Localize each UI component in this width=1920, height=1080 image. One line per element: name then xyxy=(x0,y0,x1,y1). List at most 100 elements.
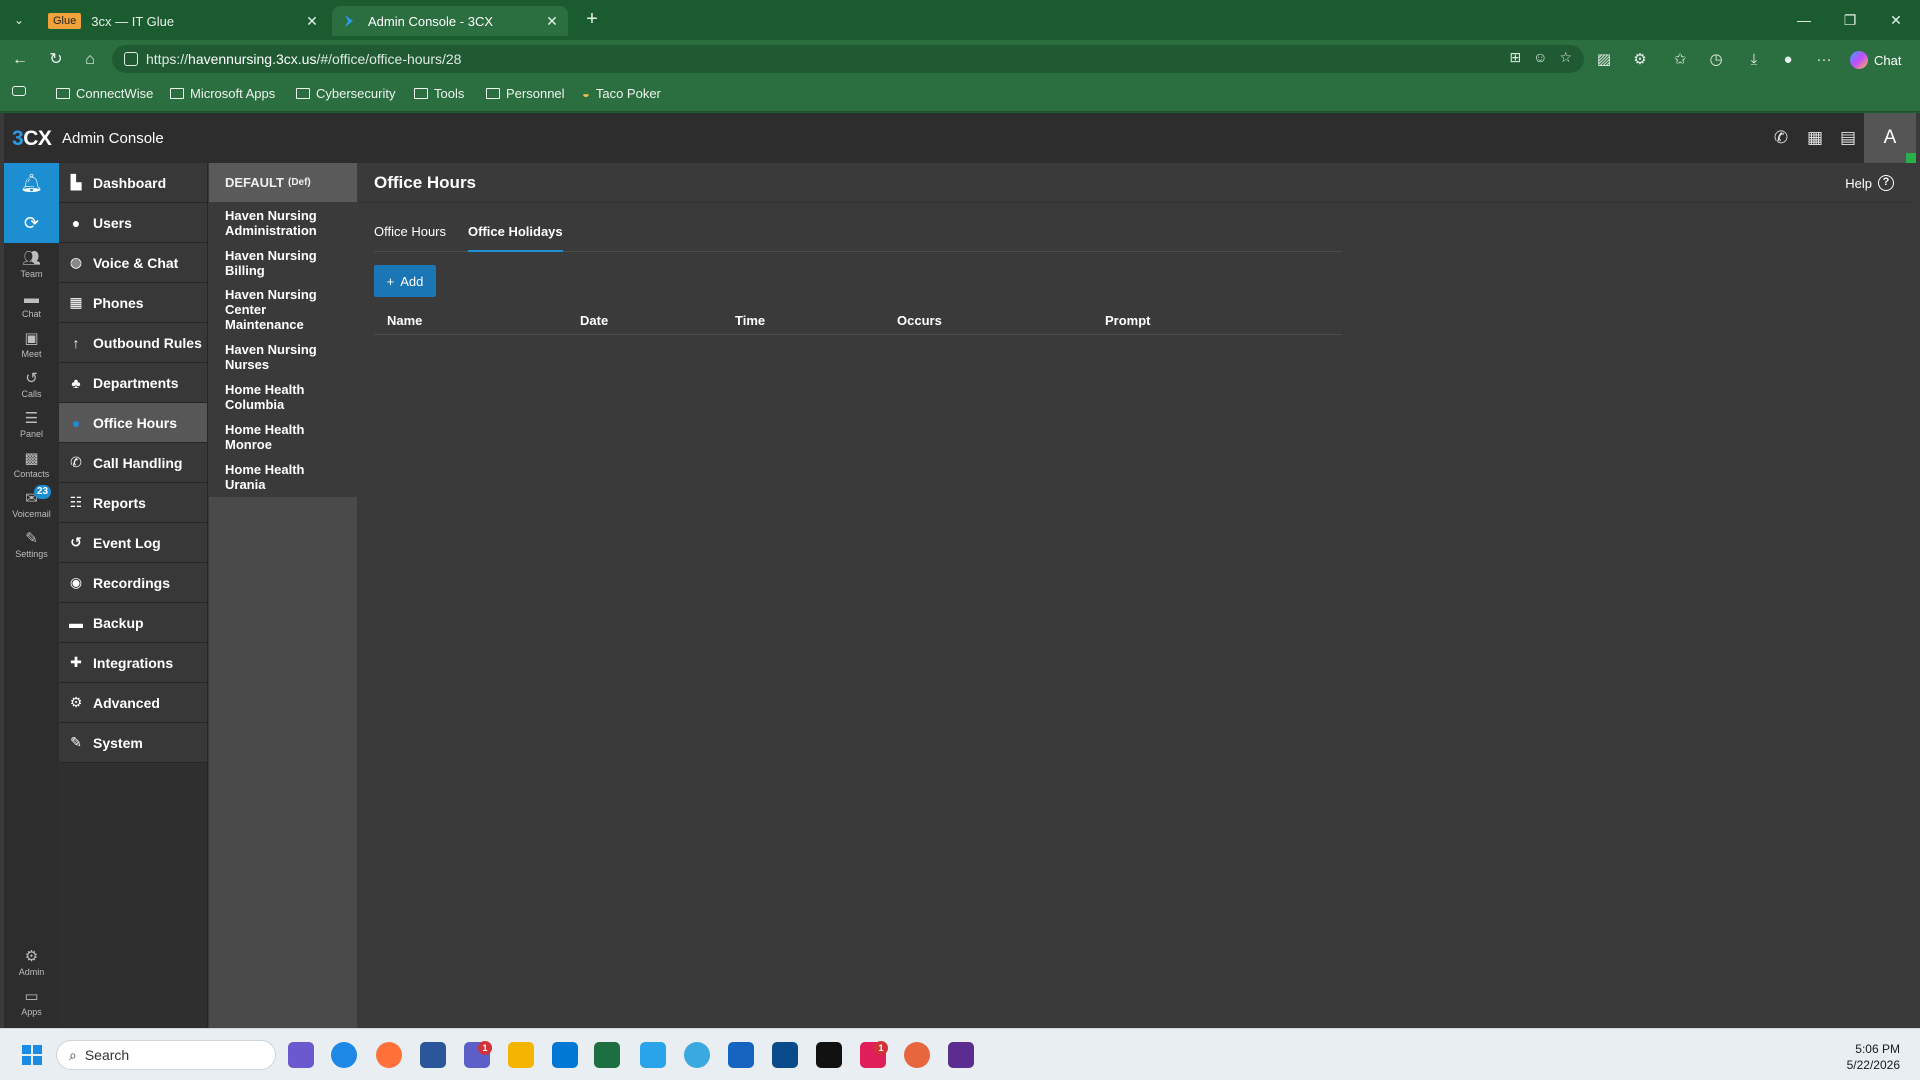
ssh-client-icon[interactable] xyxy=(816,1042,842,1068)
department-item[interactable]: Haven Nursing Nurses xyxy=(209,337,357,377)
nav-item-phones[interactable]: ▦ Phones xyxy=(59,283,207,323)
app-icon[interactable] xyxy=(728,1042,754,1068)
plus-icon: + xyxy=(386,273,395,289)
rail-item-contacts[interactable]: ▩ Contacts xyxy=(4,445,59,485)
nav-item-users[interactable]: ● Users xyxy=(59,203,207,243)
favorite-star-icon[interactable]: ☆ xyxy=(1559,49,1572,66)
department-item[interactable]: Home Health Monroe xyxy=(209,417,357,457)
extension-icon[interactable]: ▨ xyxy=(1592,48,1616,72)
restore-button[interactable]: ❐ xyxy=(1830,8,1870,32)
nav-item-system[interactable]: ✎ System xyxy=(59,723,207,763)
remote-desktop-icon[interactable] xyxy=(772,1042,798,1068)
browser-tab-itglue[interactable]: Glue 3cx — IT Glue ✕ xyxy=(44,6,328,36)
rail-item-settings[interactable]: ✎ Settings xyxy=(4,525,59,565)
tab-actions-menu-icon[interactable]: ⌄ xyxy=(6,8,32,32)
department-item[interactable]: Haven Nursing Administration xyxy=(209,203,357,243)
widgets-icon[interactable] xyxy=(288,1042,314,1068)
nav-item-reports[interactable]: ☷ Reports xyxy=(59,483,207,523)
tab-office-hours[interactable]: Office Hours xyxy=(374,224,446,252)
bookmark-connectwise[interactable]: ConnectWise xyxy=(56,86,153,101)
department-item[interactable]: Home Health Urania xyxy=(209,457,357,497)
minimize-button[interactable]: — xyxy=(1784,8,1824,32)
help-link[interactable]: Help? xyxy=(1845,175,1894,191)
terminal-icon[interactable] xyxy=(640,1042,666,1068)
rail-item-admin[interactable]: ⚙ Admin xyxy=(4,943,59,983)
claude-icon[interactable] xyxy=(904,1042,930,1068)
url-field[interactable]: https://havennursing.3cx.us/#/office/off… xyxy=(112,45,1584,73)
nav-item-office-hours[interactable]: ● Office Hours xyxy=(59,403,207,443)
add-button[interactable]: + Add xyxy=(374,265,436,297)
rail-item-meet[interactable]: ▣ Meet xyxy=(4,325,59,365)
file-explorer-icon[interactable] xyxy=(508,1042,534,1068)
column-header-time[interactable]: Time xyxy=(735,313,765,328)
phone-icon[interactable]: ✆ xyxy=(1770,127,1792,149)
notifications-bell-icon[interactable]: 🔔︎ xyxy=(4,163,59,203)
downloads-icon[interactable]: ⤓ xyxy=(1742,48,1766,72)
bookmark-tools[interactable]: Tools xyxy=(414,86,464,101)
back-icon[interactable]: ← xyxy=(8,48,32,72)
browser-tab-3cx[interactable]: Admin Console - 3CX ✕ xyxy=(332,6,568,36)
close-icon[interactable]: ✕ xyxy=(302,13,322,30)
excel-icon[interactable] xyxy=(594,1042,620,1068)
nav-item-backup[interactable]: ▬ Backup xyxy=(59,603,207,643)
department-item[interactable]: Haven Nursing Center Maintenance xyxy=(209,283,357,337)
bookmark-cybersecurity[interactable]: Cybersecurity xyxy=(296,86,395,101)
close-icon[interactable]: ✕ xyxy=(542,13,562,30)
column-header-prompt[interactable]: Prompt xyxy=(1105,313,1151,328)
bookmark-personnel[interactable]: Personnel xyxy=(486,86,565,101)
rail-item-team[interactable]: 👥︎ Team xyxy=(4,245,59,285)
close-window-button[interactable]: ✕ xyxy=(1876,8,1916,32)
qr-code-icon[interactable]: ▦ xyxy=(1804,127,1826,149)
tracking-icon[interactable]: ☺ xyxy=(1533,49,1547,66)
rail-item-chat[interactable]: ▬ Chat xyxy=(4,285,59,325)
nav-item-integrations[interactable]: ✚ Integrations xyxy=(59,643,207,683)
nav-item-departments[interactable]: ♣ Departments xyxy=(59,363,207,403)
copilot-chat-button[interactable]: Chat xyxy=(1850,48,1901,72)
sync-icon[interactable]: ⟳ xyxy=(4,203,59,243)
guide-icon[interactable]: ▤ xyxy=(1837,127,1859,149)
nav-item-advanced[interactable]: ⚙ Advanced xyxy=(59,683,207,723)
more-icon[interactable]: ··· xyxy=(1812,48,1836,72)
system-clock[interactable]: 5:06 PM 5/22/2026 xyxy=(1847,1041,1900,1073)
nav-item-recordings[interactable]: ◉ Recordings xyxy=(59,563,207,603)
start-windows-icon[interactable] xyxy=(22,1045,42,1065)
taskbar-search-input[interactable]: ⌕ Search xyxy=(56,1040,276,1070)
department-item[interactable]: Haven Nursing Billing xyxy=(209,243,357,283)
column-header-date[interactable]: Date xyxy=(580,313,608,328)
bookmark-microsoft-apps[interactable]: Microsoft Apps xyxy=(170,86,275,101)
tab-office-holidays[interactable]: Office Holidays xyxy=(468,224,563,252)
department-item-default[interactable]: DEFAULT (Def) xyxy=(209,163,357,203)
history-icon[interactable]: ◷ xyxy=(1704,48,1728,72)
extensions-icon[interactable]: ⚙ xyxy=(1628,48,1652,72)
rail-item-voicemail[interactable]: ✉ Voicemail 23 xyxy=(4,485,59,525)
read-aloud-icon[interactable]: ⊞ xyxy=(1509,49,1521,66)
nav-item-voice-chat[interactable]: ◍ Voice & Chat xyxy=(59,243,207,283)
column-header-occurs[interactable]: Occurs xyxy=(897,313,942,328)
nav-item-event-log[interactable]: ↺ Event Log xyxy=(59,523,207,563)
site-info-icon[interactable] xyxy=(124,52,138,66)
rail-item-panel[interactable]: ☰ Panel xyxy=(4,405,59,445)
profile-icon[interactable]: ● xyxy=(1776,48,1800,72)
rail-item-calls[interactable]: ↺ Calls xyxy=(4,365,59,405)
column-header-name[interactable]: Name xyxy=(387,313,422,328)
team-icon: 👥︎ xyxy=(21,250,42,267)
home-icon[interactable]: ⌂ xyxy=(78,48,102,72)
firefox-icon[interactable] xyxy=(376,1042,402,1068)
favorites-icon[interactable]: ✩ xyxy=(1668,48,1692,72)
nav-item-dashboard[interactable]: ▙ Dashboard xyxy=(59,163,207,203)
rail-item-apps[interactable]: ▭ Apps xyxy=(4,983,59,1023)
network-tool-icon[interactable] xyxy=(684,1042,710,1068)
department-item[interactable]: Home Health Columbia xyxy=(209,377,357,417)
refresh-icon[interactable]: ↻ xyxy=(44,48,68,72)
phones-icon: ▦ xyxy=(69,294,83,310)
app-icon[interactable] xyxy=(948,1042,974,1068)
search-icon: ⌕ xyxy=(69,1046,77,1063)
edge-icon[interactable] xyxy=(331,1042,357,1068)
nav-item-call-handling[interactable]: ✆ Call Handling xyxy=(59,443,207,483)
bookmark-taco-poker[interactable]: ◒ Taco Poker xyxy=(582,86,661,101)
outlook-icon[interactable] xyxy=(552,1042,578,1068)
new-tab-button[interactable]: + xyxy=(580,8,604,32)
collections-icon[interactable] xyxy=(12,86,26,96)
nav-item-outbound-rules[interactable]: ↑ Outbound Rules xyxy=(59,323,207,363)
notepad-icon[interactable] xyxy=(420,1042,446,1068)
